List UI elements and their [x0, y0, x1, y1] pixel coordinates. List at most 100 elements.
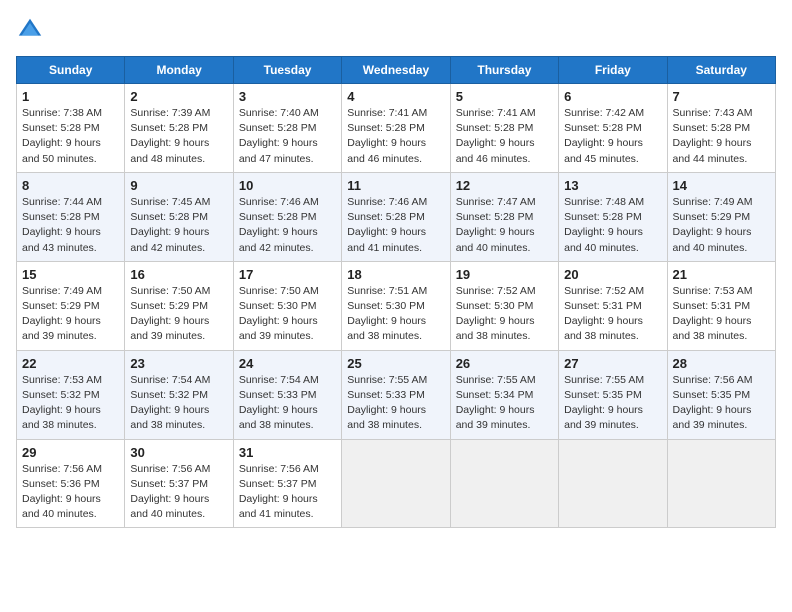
day-info: Sunrise: 7:53 AMSunset: 5:31 PMDaylight:… [673, 284, 770, 345]
calendar-cell: 12Sunrise: 7:47 AMSunset: 5:28 PMDayligh… [450, 172, 558, 261]
calendar-cell: 26 Sunrise: 7:55 AMSunset: 5:34 PMDayligh… [450, 350, 558, 439]
day-info: Sunrise: 7:52 AMSunset: 5:30 PMDaylight:… [456, 284, 553, 345]
day-number: 20 [564, 267, 661, 282]
day-number: 19 [456, 267, 553, 282]
calendar-cell: 23 Sunrise: 7:54 AMSunset: 5:32 PMDayligh… [125, 350, 233, 439]
calendar-week-row: 1 Sunrise: 7:38 AMSunset: 5:28 PMDaylight… [17, 84, 776, 173]
weekday-header: Wednesday [342, 57, 450, 84]
day-number: 26 [456, 356, 553, 371]
day-info: Sunrise: 7:56 AMSunset: 5:37 PMDaylight:… [130, 462, 227, 523]
day-number: 15 [22, 267, 119, 282]
day-info: Sunrise: 7:46 AMSunset: 5:28 PMDaylight:… [239, 195, 336, 256]
weekday-header-row: SundayMondayTuesdayWednesdayThursdayFrid… [17, 57, 776, 84]
day-info: Sunrise: 7:55 AMSunset: 5:34 PMDaylight:… [456, 373, 553, 434]
day-number: 7 [673, 89, 770, 104]
calendar-cell: 28Sunrise: 7:56 AMSunset: 5:35 PMDayligh… [667, 350, 775, 439]
page-header [16, 16, 776, 44]
calendar-cell: 16 Sunrise: 7:50 AMSunset: 5:29 PMDayligh… [125, 261, 233, 350]
day-number: 12 [456, 178, 553, 193]
day-number: 14 [673, 178, 770, 193]
calendar-cell: 8 Sunrise: 7:44 AMSunset: 5:28 PMDaylight… [17, 172, 125, 261]
calendar-cell: 2 Sunrise: 7:39 AMSunset: 5:28 PMDaylight… [125, 84, 233, 173]
calendar-cell: 21 Sunrise: 7:53 AMSunset: 5:31 PMDayligh… [667, 261, 775, 350]
day-info: Sunrise: 7:46 AMSunset: 5:28 PMDaylight:… [347, 195, 444, 256]
day-info: Sunrise: 7:38 AMSunset: 5:28 PMDaylight:… [22, 106, 119, 167]
day-number: 11 [347, 178, 444, 193]
calendar-cell: 17 Sunrise: 7:50 AMSunset: 5:30 PMDayligh… [233, 261, 341, 350]
day-info: Sunrise: 7:39 AMSunset: 5:28 PMDaylight:… [130, 106, 227, 167]
weekday-header: Monday [125, 57, 233, 84]
calendar-cell: 5 Sunrise: 7:41 AMSunset: 5:28 PMDaylight… [450, 84, 558, 173]
calendar-cell: 13 Sunrise: 7:48 AMSunset: 5:28 PMDayligh… [559, 172, 667, 261]
calendar-cell [667, 439, 775, 528]
day-info: Sunrise: 7:50 AMSunset: 5:29 PMDaylight:… [130, 284, 227, 345]
calendar-cell: 24 Sunrise: 7:54 AMSunset: 5:33 PMDayligh… [233, 350, 341, 439]
calendar-week-row: 29 Sunrise: 7:56 AMSunset: 5:36 PMDayligh… [17, 439, 776, 528]
calendar-cell: 22Sunrise: 7:53 AMSunset: 5:32 PMDayligh… [17, 350, 125, 439]
logo-icon [16, 16, 44, 44]
day-info: Sunrise: 7:52 AMSunset: 5:31 PMDaylight:… [564, 284, 661, 345]
day-info: Sunrise: 7:54 AMSunset: 5:33 PMDaylight:… [239, 373, 336, 434]
day-number: 29 [22, 445, 119, 460]
day-info: Sunrise: 7:45 AMSunset: 5:28 PMDaylight:… [130, 195, 227, 256]
day-info: Sunrise: 7:44 AMSunset: 5:28 PMDaylight:… [22, 195, 119, 256]
day-number: 30 [130, 445, 227, 460]
calendar-cell: 14 Sunrise: 7:49 AMSunset: 5:29 PMDayligh… [667, 172, 775, 261]
day-number: 6 [564, 89, 661, 104]
calendar-cell: 6 Sunrise: 7:42 AMSunset: 5:28 PMDaylight… [559, 84, 667, 173]
calendar-cell: 27 Sunrise: 7:55 AMSunset: 5:35 PMDayligh… [559, 350, 667, 439]
day-info: Sunrise: 7:50 AMSunset: 5:30 PMDaylight:… [239, 284, 336, 345]
day-info: Sunrise: 7:49 AMSunset: 5:29 PMDaylight:… [673, 195, 770, 256]
calendar-week-row: 8 Sunrise: 7:44 AMSunset: 5:28 PMDaylight… [17, 172, 776, 261]
day-number: 16 [130, 267, 227, 282]
day-number: 5 [456, 89, 553, 104]
calendar-cell: 30 Sunrise: 7:56 AMSunset: 5:37 PMDayligh… [125, 439, 233, 528]
weekday-header: Saturday [667, 57, 775, 84]
calendar-cell: 31Sunrise: 7:56 AMSunset: 5:37 PMDayligh… [233, 439, 341, 528]
day-number: 21 [673, 267, 770, 282]
day-info: Sunrise: 7:55 AMSunset: 5:35 PMDaylight:… [564, 373, 661, 434]
calendar-cell: 11 Sunrise: 7:46 AMSunset: 5:28 PMDayligh… [342, 172, 450, 261]
calendar-cell: 9 Sunrise: 7:45 AMSunset: 5:28 PMDaylight… [125, 172, 233, 261]
day-info: Sunrise: 7:55 AMSunset: 5:33 PMDaylight:… [347, 373, 444, 434]
calendar-week-row: 22Sunrise: 7:53 AMSunset: 5:32 PMDayligh… [17, 350, 776, 439]
logo [16, 16, 48, 44]
day-info: Sunrise: 7:51 AMSunset: 5:30 PMDaylight:… [347, 284, 444, 345]
day-number: 13 [564, 178, 661, 193]
day-number: 10 [239, 178, 336, 193]
calendar-cell: 7Sunrise: 7:43 AMSunset: 5:28 PMDaylight… [667, 84, 775, 173]
day-number: 23 [130, 356, 227, 371]
day-number: 8 [22, 178, 119, 193]
weekday-header: Friday [559, 57, 667, 84]
day-info: Sunrise: 7:56 AMSunset: 5:36 PMDaylight:… [22, 462, 119, 523]
day-number: 9 [130, 178, 227, 193]
weekday-header: Sunday [17, 57, 125, 84]
day-number: 31 [239, 445, 336, 460]
calendar-cell [450, 439, 558, 528]
day-number: 28 [673, 356, 770, 371]
day-number: 27 [564, 356, 661, 371]
day-number: 25 [347, 356, 444, 371]
day-info: Sunrise: 7:40 AMSunset: 5:28 PMDaylight:… [239, 106, 336, 167]
day-info: Sunrise: 7:41 AMSunset: 5:28 PMDaylight:… [456, 106, 553, 167]
calendar-cell: 25 Sunrise: 7:55 AMSunset: 5:33 PMDayligh… [342, 350, 450, 439]
calendar-cell: 29 Sunrise: 7:56 AMSunset: 5:36 PMDayligh… [17, 439, 125, 528]
day-number: 17 [239, 267, 336, 282]
calendar-cell: 20 Sunrise: 7:52 AMSunset: 5:31 PMDayligh… [559, 261, 667, 350]
calendar-cell: 3 Sunrise: 7:40 AMSunset: 5:28 PMDaylight… [233, 84, 341, 173]
day-number: 24 [239, 356, 336, 371]
day-number: 3 [239, 89, 336, 104]
day-info: Sunrise: 7:48 AMSunset: 5:28 PMDaylight:… [564, 195, 661, 256]
day-info: Sunrise: 7:54 AMSunset: 5:32 PMDaylight:… [130, 373, 227, 434]
calendar-table: SundayMondayTuesdayWednesdayThursdayFrid… [16, 56, 776, 528]
weekday-header: Tuesday [233, 57, 341, 84]
calendar-cell: 10 Sunrise: 7:46 AMSunset: 5:28 PMDayligh… [233, 172, 341, 261]
day-number: 1 [22, 89, 119, 104]
day-info: Sunrise: 7:49 AMSunset: 5:29 PMDaylight:… [22, 284, 119, 345]
day-info: Sunrise: 7:41 AMSunset: 5:28 PMDaylight:… [347, 106, 444, 167]
calendar-cell: 19 Sunrise: 7:52 AMSunset: 5:30 PMDayligh… [450, 261, 558, 350]
day-number: 18 [347, 267, 444, 282]
day-number: 22 [22, 356, 119, 371]
day-info: Sunrise: 7:42 AMSunset: 5:28 PMDaylight:… [564, 106, 661, 167]
day-number: 2 [130, 89, 227, 104]
